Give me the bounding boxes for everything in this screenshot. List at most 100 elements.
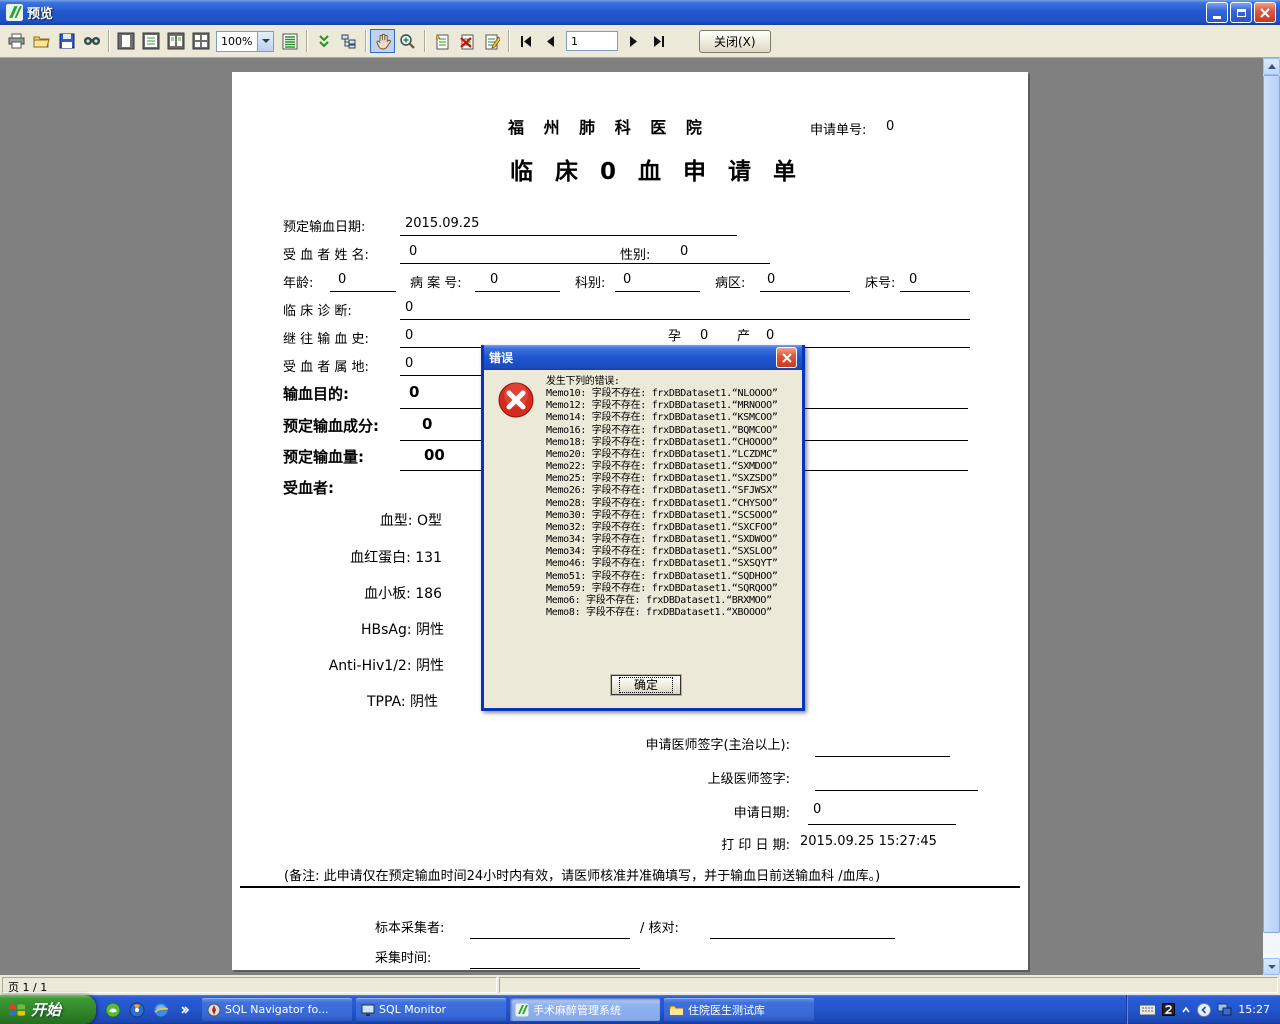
ward-label: 病区: — [715, 276, 746, 291]
close-icon — [781, 352, 792, 363]
taskbar-item-sql-navigator[interactable]: SQL Navigator fo... — [202, 998, 352, 1021]
zoom-tool-button[interactable] — [395, 29, 420, 53]
previous-page-button[interactable] — [538, 29, 563, 53]
form-title: 临 床 0 血 申 请 单 — [510, 159, 804, 185]
internet-explorer-quicklaunch-icon[interactable] — [152, 1001, 170, 1019]
close-preview-button[interactable]: 关闭(X) — [699, 29, 771, 53]
collapse-button[interactable] — [311, 29, 336, 53]
outline-tree-button[interactable] — [336, 29, 361, 53]
save-button[interactable] — [54, 29, 79, 53]
quicklaunch-overflow-chevron-icon[interactable] — [176, 1001, 194, 1019]
birth-label: 产 — [737, 329, 751, 344]
scroll-down-button[interactable] — [1263, 958, 1280, 975]
taskbar-item-anesthesia-system[interactable]: 手术麻醉管理系统 — [510, 998, 660, 1021]
scrollbar-thumb[interactable] — [1263, 75, 1280, 933]
toolbar: 100% 1 关闭(X) — [0, 25, 1280, 58]
view-multiple-pages-button[interactable] — [188, 29, 213, 53]
chevron-down-icon — [1267, 964, 1276, 969]
view-whole-page-button[interactable] — [113, 29, 138, 53]
taskbar-item-test-database[interactable]: 住院医生测试库 — [664, 998, 814, 1021]
recipient-name-label: 受 血 者 姓 名: — [283, 248, 369, 263]
minimize-button[interactable] — [1206, 2, 1228, 23]
start-label: 开始 — [31, 1001, 62, 1019]
sex-value: 0 — [680, 244, 689, 259]
transfusion-date-value: 2015.09.25 — [405, 216, 480, 231]
close-icon — [1260, 7, 1270, 18]
media-player-quicklaunch-icon[interactable] — [128, 1001, 146, 1019]
volume-label: 预定输血量: — [283, 448, 364, 466]
preview-area: 福 州 肺 科 医 院 申请单号: 0 临 床 0 血 申 请 单 预定输血日期… — [0, 58, 1280, 975]
quick-launch-bar — [96, 1001, 202, 1019]
department-label: 科别: — [575, 276, 606, 291]
new-page-button[interactable] — [429, 29, 454, 53]
messenger-quicklaunch-icon[interactable] — [104, 1001, 122, 1019]
language-bar-icon[interactable] — [1197, 1002, 1212, 1017]
toolbar-separator — [424, 30, 425, 52]
start-button[interactable]: 开始 — [0, 995, 96, 1024]
tppa-result: TPPA: 阴性 — [366, 694, 438, 710]
ok-button-label: 确定 — [618, 677, 673, 693]
print-button[interactable] — [4, 29, 29, 53]
error-line: Memo16: 字段不存在: frxDBDataset1.“BQMCOO” — [546, 424, 778, 436]
hemoglobin: 血红蛋白: 131 — [350, 550, 442, 566]
find-button[interactable] — [79, 29, 104, 53]
network-tray-icon[interactable] — [1217, 1003, 1232, 1016]
transfusion-history-label: 继 往 输 血 史: — [283, 332, 369, 347]
error-dialog-close-button[interactable] — [776, 347, 797, 368]
application-date-label: 申请日期: — [733, 806, 790, 821]
department-value: 0 — [623, 272, 632, 287]
diagnosis-label: 临 床 诊 断: — [283, 304, 352, 319]
note-text: (备注: 此申请仅在预定输血时间24小时内有效，请医师核准并准确填写，并于输血日… — [284, 869, 881, 884]
age-value: 0 — [338, 272, 347, 287]
close-window-button[interactable] — [1254, 2, 1276, 23]
senior-physician-signature-label: 上级医师签字: — [707, 772, 790, 787]
find-icon — [83, 37, 100, 45]
vertical-scrollbar[interactable] — [1263, 58, 1280, 975]
hospital-name: 福 州 肺 科 医 院 — [508, 118, 709, 137]
next-page-button[interactable] — [621, 29, 646, 53]
page-width-icon — [142, 32, 159, 50]
physician-signature-label: 申请医师签字(主治以上): — [645, 738, 790, 753]
last-page-button[interactable] — [646, 29, 671, 53]
hand-tool-button[interactable] — [370, 29, 395, 53]
scroll-up-button[interactable] — [1263, 58, 1280, 75]
text-lines-icon — [282, 33, 297, 49]
ime-tray-icon[interactable] — [1162, 1003, 1176, 1016]
zoom-select[interactable]: 100% — [216, 30, 274, 52]
view-two-pages-button[interactable] — [163, 29, 188, 53]
error-line: Memo26: 字段不存在: frxDBDataset1.“SFJWSX” — [546, 485, 778, 497]
multiple-pages-icon — [192, 32, 209, 50]
edit-page-button[interactable] — [479, 29, 504, 53]
last-page-icon — [653, 35, 664, 47]
page-number-input[interactable] — [566, 31, 618, 51]
keyboard-tray-icon[interactable] — [1139, 1004, 1157, 1016]
window-title: 预览 — [27, 7, 54, 22]
birth-value: 0 — [766, 328, 775, 343]
error-line: Memo18: 字段不存在: frxDBDataset1.“CHOOOO” — [546, 436, 778, 448]
taskbar-clock[interactable]: 15:27 — [1238, 1003, 1270, 1016]
sql-navigator-icon — [207, 1003, 221, 1016]
system-tray: 15:27 — [1126, 995, 1280, 1024]
ok-button[interactable]: 确定 — [611, 675, 681, 695]
error-header: 发生下列的错误: — [546, 376, 620, 387]
save-icon — [59, 33, 74, 49]
page-settings-button[interactable] — [277, 29, 302, 53]
delete-page-button[interactable] — [454, 29, 479, 53]
tray-collapse-arrow-icon[interactable] — [1181, 1006, 1191, 1014]
error-line: Memo25: 字段不存在: frxDBDataset1.“SXZSDO” — [546, 473, 778, 485]
open-button[interactable] — [29, 29, 54, 53]
first-page-button[interactable] — [513, 29, 538, 53]
zoom-dropdown-button[interactable] — [257, 31, 273, 51]
view-page-width-button[interactable] — [138, 29, 163, 53]
error-line: Memo34: 字段不存在: frxDBDataset1.“SXDWOO” — [546, 534, 778, 546]
edit-page-icon — [485, 34, 500, 49]
anesthesia-system-icon — [515, 1003, 529, 1016]
error-dialog-body: 发生下列的错误: Memo10: 字段不存在: frxDBDataset1.“N… — [484, 370, 802, 708]
error-dialog: 错误 发生下列的错误: Memo10: 字段不存在: frxDBDataset1… — [481, 345, 805, 711]
restore-button[interactable] — [1230, 2, 1252, 23]
error-line: Memo32: 字段不存在: frxDBDataset1.“SXCFOO” — [546, 521, 778, 533]
purpose-label: 输血目的: — [283, 385, 349, 403]
error-dialog-titlebar: 错误 — [484, 345, 802, 370]
open-folder-icon — [33, 36, 50, 48]
taskbar-item-sql-monitor[interactable]: SQL Monitor — [356, 998, 506, 1021]
